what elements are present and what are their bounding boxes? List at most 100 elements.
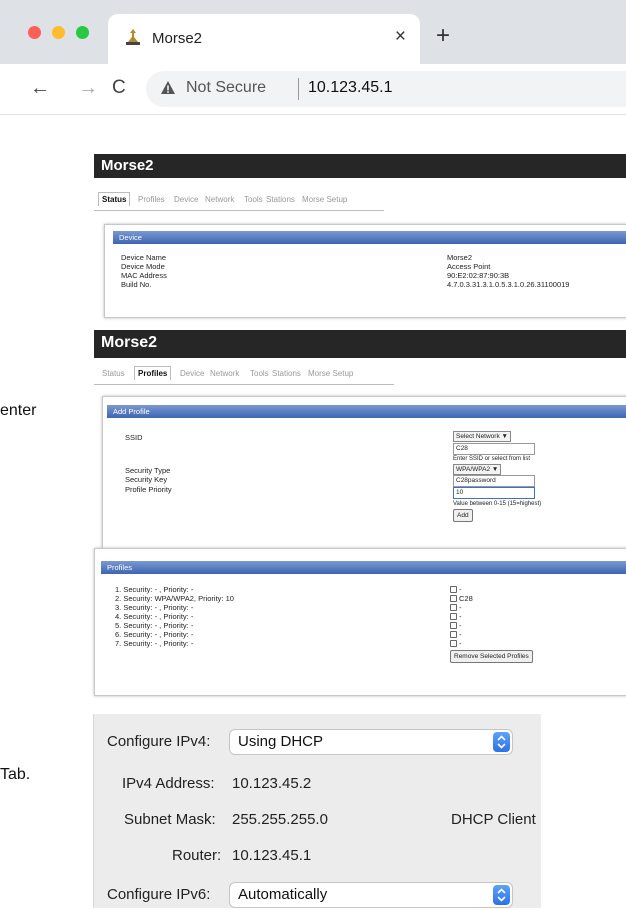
profile-ssid: C28 — [459, 594, 473, 603]
side-text-enter: enter — [0, 402, 37, 419]
morse-favicon-icon — [126, 29, 140, 45]
browser-tab[interactable]: Morse2 × — [108, 14, 420, 64]
profile-priority-input[interactable]: 10 — [453, 487, 535, 499]
ssid-label: SSID — [125, 433, 143, 442]
security-type-label: Security Type — [125, 466, 171, 475]
select-network-dropdown[interactable]: Select Network ▼ — [453, 431, 511, 442]
security-type-dropdown[interactable]: WPA/WPA2 ▼ — [453, 464, 502, 475]
profile-select-checkbox[interactable]: - — [450, 630, 462, 639]
checkbox-icon[interactable] — [450, 595, 457, 602]
device-mode-label: Device Mode — [121, 262, 165, 271]
ssid-hint: Enter SSID or select from list — [453, 456, 531, 462]
section-title: Add Profile — [113, 407, 150, 416]
stepper-icon[interactable] — [493, 732, 510, 752]
warning-icon[interactable] — [160, 80, 176, 96]
chevron-down-icon: ▼ — [491, 466, 499, 473]
up-down-arrows-icon — [497, 888, 506, 902]
profile-item: 7. Security: - , Priority: - — [115, 639, 194, 648]
browser-toolbar: ← → C Not Secure 10.123.45.1 — [0, 64, 626, 115]
device-name-value: Morse2 — [447, 253, 473, 262]
reload-icon[interactable]: C — [112, 78, 126, 97]
tab-network[interactable]: Network — [210, 369, 239, 378]
minimize-window-button[interactable] — [52, 26, 65, 39]
address-bar[interactable]: Not Secure 10.123.45.1 — [146, 71, 626, 107]
add-button[interactable]: Add — [453, 509, 473, 522]
device-mode-value: Access Point — [447, 262, 491, 271]
ipv4-address-value: 10.123.45.2 — [232, 775, 312, 792]
tab-close-icon[interactable]: × — [395, 27, 406, 46]
dhcp-client-label: DHCP Client — [451, 811, 536, 828]
zoom-window-button[interactable] — [76, 26, 89, 39]
section-header: Device — [113, 231, 626, 244]
profile-ssid: - — [459, 612, 462, 621]
subnet-mask-value: 255.255.255.0 — [232, 811, 328, 828]
configure-ipv6-select[interactable]: Automatically — [230, 883, 512, 907]
checkbox-icon[interactable] — [450, 631, 457, 638]
profile-select-checkbox[interactable]: - — [450, 585, 462, 594]
ipv4-address-label: IPv4 Address: — [122, 775, 215, 792]
tab-device[interactable]: Device — [180, 369, 204, 378]
tab-tools[interactable]: Tools — [250, 369, 269, 378]
section-title: Device — [119, 233, 142, 242]
tab-morse-setup[interactable]: Morse Setup — [302, 195, 347, 204]
checkbox-icon[interactable] — [450, 613, 457, 620]
close-window-button[interactable] — [28, 26, 41, 39]
profile-select-checkbox[interactable]: C28 — [450, 594, 473, 603]
tab-morse-setup[interactable]: Morse Setup — [308, 369, 353, 378]
security-type-text: WPA/WPA2 — [456, 466, 491, 473]
security-key-input[interactable]: C28password — [453, 475, 535, 487]
profile-ssid: - — [459, 621, 462, 630]
profile-item: 2. Security: WPA/WPA2, Priority: 10 — [115, 594, 234, 603]
checkbox-icon[interactable] — [450, 604, 457, 611]
tab-status[interactable]: Status — [102, 369, 125, 378]
brand-title: Morse2 — [101, 157, 154, 174]
not-secure-label[interactable]: Not Secure — [186, 79, 266, 97]
forward-arrow-icon[interactable]: → — [78, 78, 98, 98]
stepper-icon[interactable] — [493, 885, 510, 905]
subnet-mask-label: Subnet Mask: — [124, 811, 216, 828]
browser-tab-bar: Morse2 × + — [0, 0, 626, 64]
configure-ipv6-label: Configure IPv6: — [107, 886, 211, 903]
page-header: Morse2 — [94, 154, 626, 178]
device-name-label: Device Name — [121, 253, 167, 262]
profile-ssid: - — [459, 603, 462, 612]
configure-ipv4-value: Using DHCP — [238, 733, 324, 750]
remove-selected-profiles-button[interactable]: Remove Selected Profiles — [450, 650, 533, 663]
tab-profiles[interactable]: Profiles — [134, 366, 172, 380]
back-arrow-icon[interactable]: ← — [30, 78, 50, 98]
profile-select-checkbox[interactable]: - — [450, 621, 462, 630]
page-header: Morse2 — [94, 330, 626, 358]
nav-tabs: Status Profiles Device Network Tools Sta… — [94, 364, 394, 385]
select-network-text: Select Network — [456, 433, 500, 440]
profile-item: 6. Security: - , Priority: - — [115, 630, 194, 639]
address-divider — [298, 78, 299, 100]
profile-item: 4. Security: - , Priority: - — [115, 612, 194, 621]
new-tab-button[interactable]: + — [436, 24, 450, 48]
tab-device[interactable]: Device — [174, 195, 198, 204]
checkbox-icon[interactable] — [450, 622, 457, 629]
profile-item: 1. Security: - , Priority: - — [115, 585, 194, 594]
tab-profiles[interactable]: Profiles — [138, 195, 165, 204]
configure-ipv4-select[interactable]: Using DHCP — [230, 730, 512, 754]
profile-ssid: - — [459, 639, 462, 648]
checkbox-icon[interactable] — [450, 586, 457, 593]
profile-select-checkbox[interactable]: - — [450, 612, 462, 621]
build-no-value: 4.7.0.3.31.3.1.0.5.3.1.0.26.31100019 — [447, 280, 570, 289]
profiles-page: Morse2 Status Profiles Device Network To… — [94, 330, 626, 702]
tab-stations[interactable]: Stations — [266, 195, 295, 204]
profile-select-checkbox[interactable]: - — [450, 603, 462, 612]
profile-select-checkbox[interactable]: - — [450, 639, 462, 648]
url-text[interactable]: 10.123.45.1 — [308, 79, 393, 97]
tab-tools[interactable]: Tools — [244, 195, 263, 204]
ssid-input[interactable]: C28 — [453, 443, 535, 455]
device-section: Device Device Name Device Mode MAC Addre… — [104, 224, 626, 318]
brand-title: Morse2 — [101, 334, 158, 351]
tab-status[interactable]: Status — [98, 192, 131, 206]
checkbox-icon[interactable] — [450, 640, 457, 647]
configure-ipv6-value: Automatically — [238, 886, 328, 903]
section-title: Profiles — [107, 563, 133, 572]
section-header: Add Profile — [107, 405, 626, 418]
tab-network[interactable]: Network — [205, 195, 234, 204]
security-key-label: Security Key — [125, 475, 168, 484]
tab-stations[interactable]: Stations — [272, 369, 301, 378]
